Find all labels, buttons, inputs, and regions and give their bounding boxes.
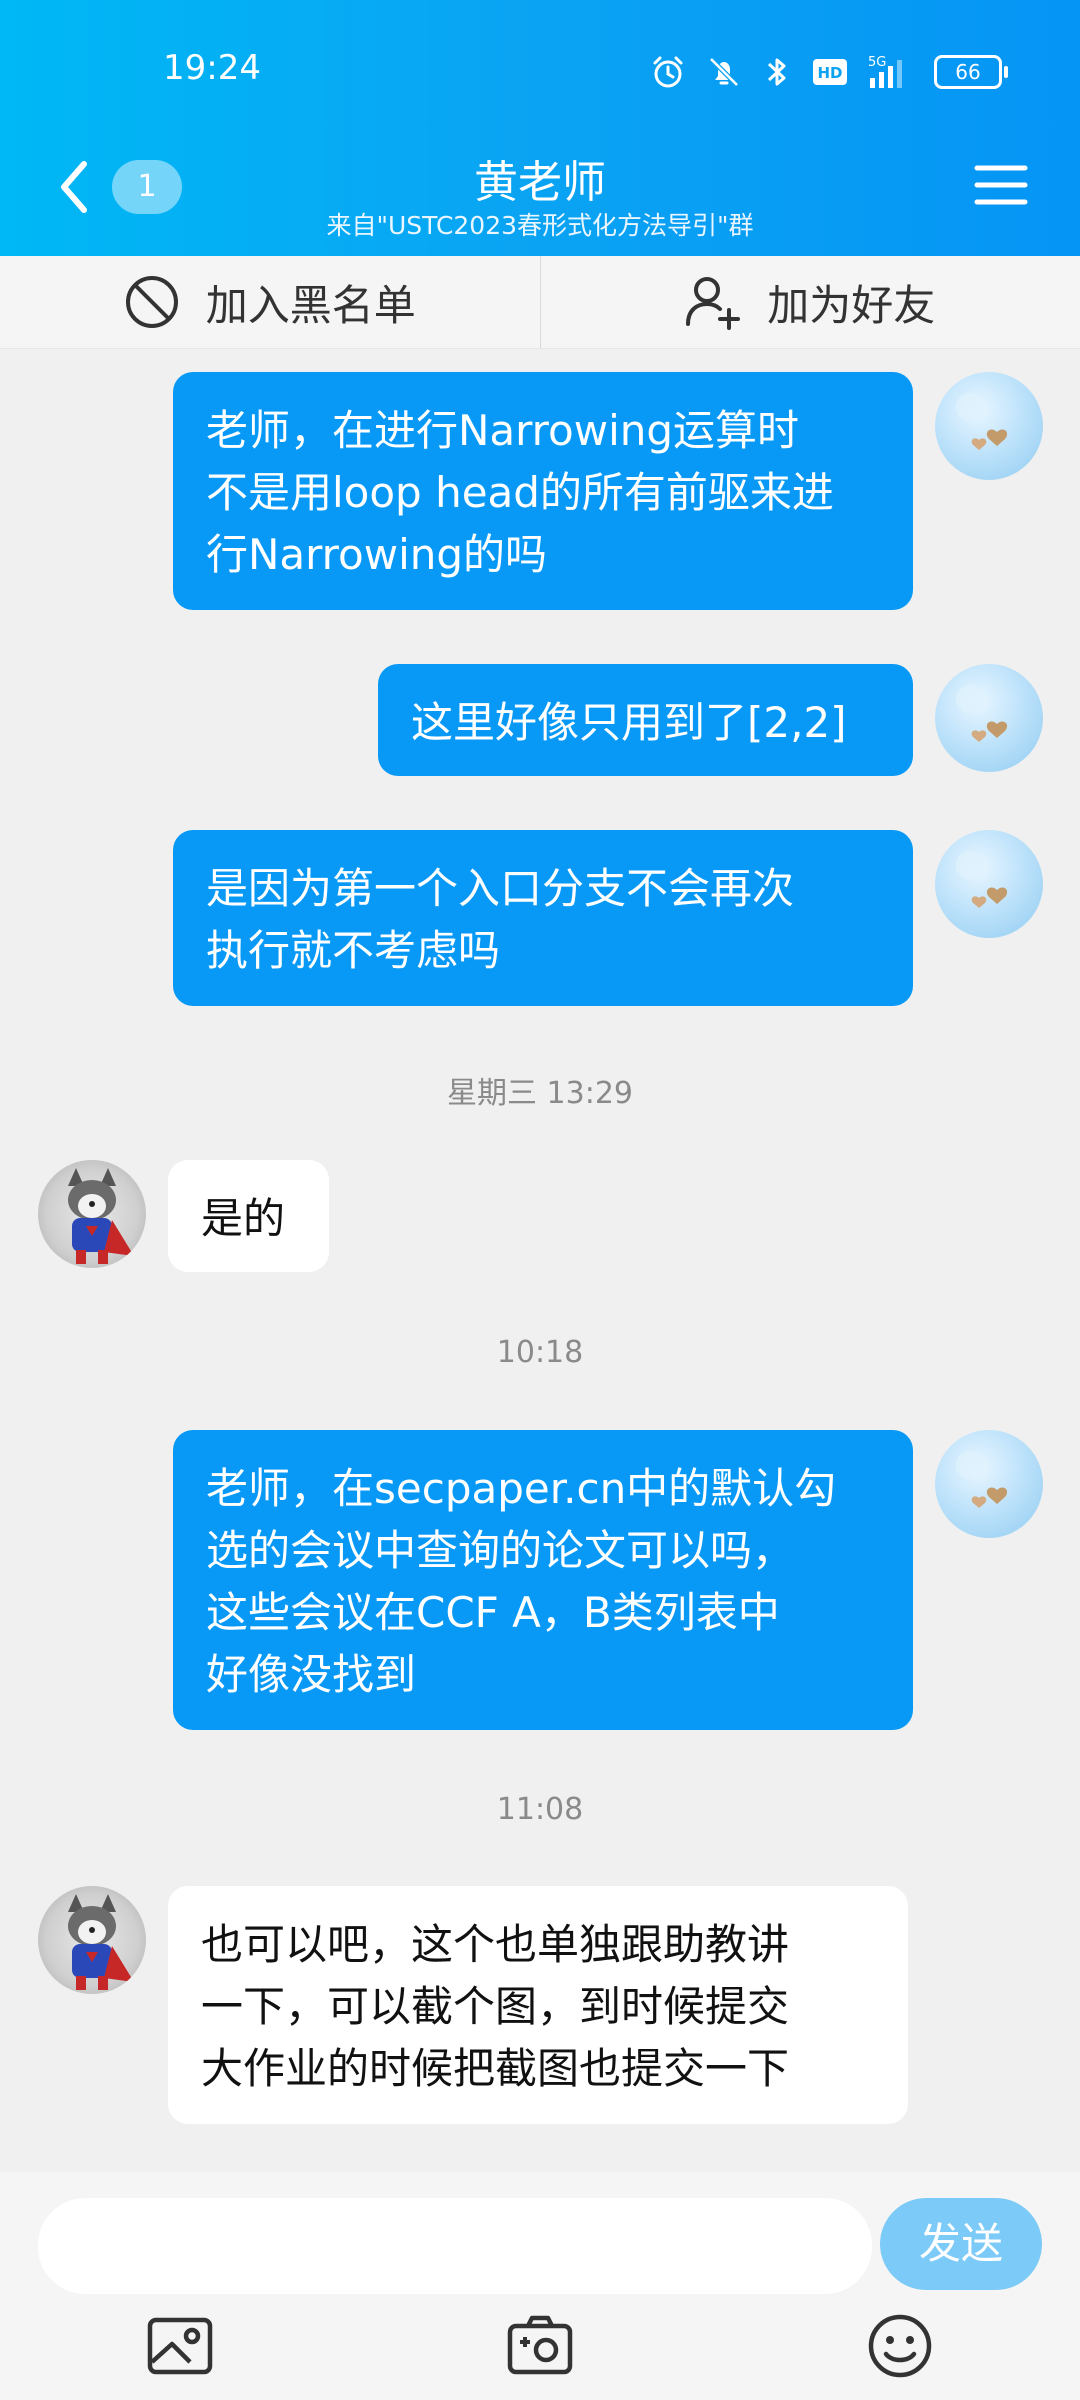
avatar-image xyxy=(956,685,1008,742)
svg-text:HD: HD xyxy=(817,64,842,82)
message-bubble-incoming[interactable]: 是的 xyxy=(168,1160,329,1272)
battery-indicator: 66 xyxy=(934,55,1008,89)
teacher-avatar[interactable] xyxy=(38,1886,146,1994)
message-bubble-outgoing[interactable]: 是因为第一个入口分支不会再次 执行就不考虑吗 xyxy=(173,830,913,1006)
self-avatar[interactable] xyxy=(935,372,1043,480)
timestamp: 星期三 13:29 xyxy=(447,1076,633,1111)
camera-icon[interactable] xyxy=(506,2312,574,2380)
image-icon[interactable] xyxy=(146,2312,214,2380)
avatar-image xyxy=(68,1894,134,1990)
signal-5g-icon: 5G xyxy=(868,55,902,88)
add-friend-button[interactable]: 加为好友 xyxy=(541,256,1080,348)
menu-icon[interactable] xyxy=(974,160,1028,210)
block-button[interactable]: 加入黑名单 xyxy=(0,256,540,348)
emoji-icon[interactable] xyxy=(866,2312,934,2380)
status-time: 19:24 xyxy=(163,48,261,88)
message-input[interactable] xyxy=(38,2198,872,2294)
stranger-action-bar: 加入黑名单 加为好友 xyxy=(0,256,1080,349)
self-avatar[interactable] xyxy=(935,830,1043,938)
timestamp: 10:18 xyxy=(496,1335,584,1370)
message-bubble-outgoing[interactable]: 这里好像只用到了[2,2] xyxy=(378,664,913,776)
self-avatar[interactable] xyxy=(935,664,1043,772)
mute-bell-icon xyxy=(709,57,739,87)
add-user-icon xyxy=(686,277,741,330)
message-list[interactable]: 老师，在进行Narrowing运算时 不是用loop head的所有前驱来进 行… xyxy=(0,348,1080,2172)
avatar-image xyxy=(956,393,1008,450)
message-bubble-outgoing[interactable]: 老师，在secpaper.cn中的默认勾 选的会议中查询的论文可以吗， 这些会议… xyxy=(173,1430,913,1730)
bluetooth-icon xyxy=(767,58,786,86)
chat-title: 黄老师 xyxy=(474,157,606,208)
svg-text:5G: 5G xyxy=(868,55,886,70)
message-bubble-outgoing[interactable]: 老师，在进行Narrowing运算时 不是用loop head的所有前驱来进 行… xyxy=(173,372,913,610)
send-button[interactable]: 发送 xyxy=(880,2198,1042,2290)
self-avatar[interactable] xyxy=(935,1430,1043,1538)
timestamp: 11:08 xyxy=(496,1792,584,1827)
teacher-avatar[interactable] xyxy=(38,1160,146,1268)
chat-header: 19:24 HD 5G 66 1 黄老师 来自"USTC2023春形式化方法导引… xyxy=(0,0,1080,256)
alarm-icon xyxy=(653,56,683,88)
avatar-image xyxy=(68,1168,134,1264)
status-icons: HD 5G 66 xyxy=(650,50,1008,94)
chat-subtitle: 来自"USTC2023春形式化方法导引"群 xyxy=(326,211,754,240)
input-bar: 发送 xyxy=(0,2172,1080,2400)
block-icon xyxy=(125,276,178,328)
avatar-image xyxy=(956,851,1008,908)
message-bubble-incoming[interactable]: 也可以吧，这个也单独跟助教讲 一下，可以截个图，到时候提交 大作业的时候把截图也… xyxy=(168,1886,908,2124)
block-label: 加入黑名单 xyxy=(205,280,416,330)
avatar-image xyxy=(956,1451,1008,1508)
hd-icon: HD xyxy=(813,59,847,85)
add-friend-label: 加为好友 xyxy=(767,280,936,330)
